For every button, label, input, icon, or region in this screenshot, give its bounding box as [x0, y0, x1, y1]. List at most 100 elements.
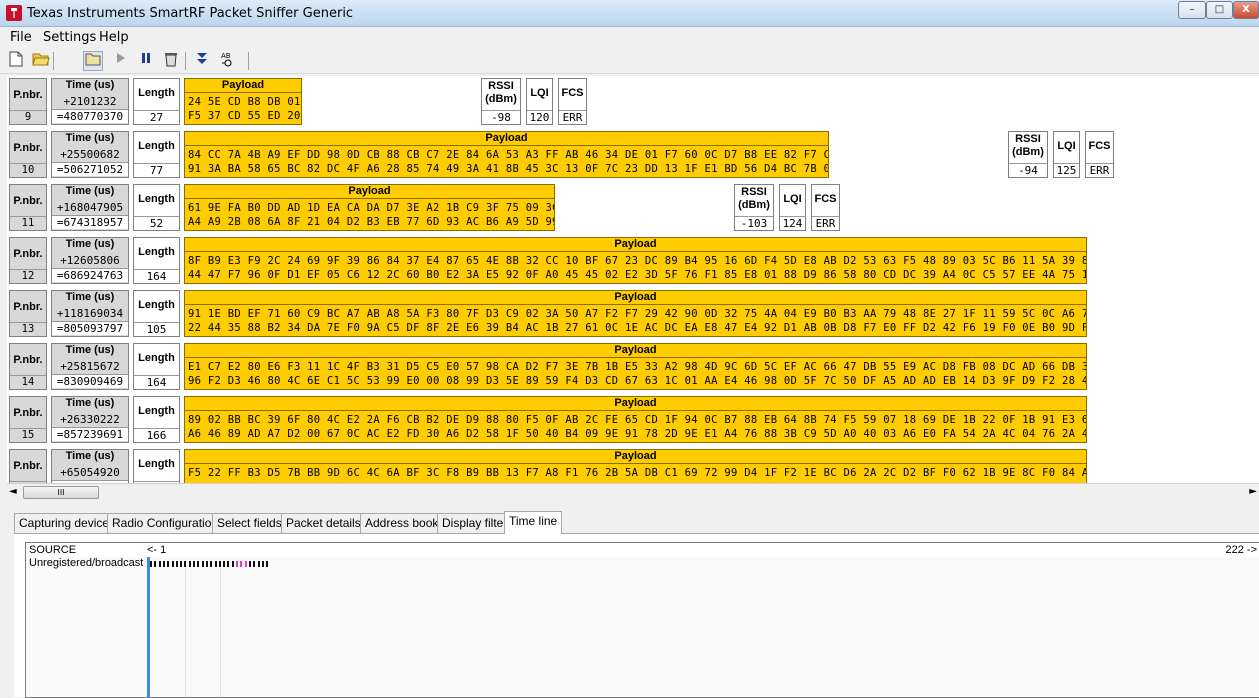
timeline-packet-mark[interactable]	[184, 561, 187, 567]
maximize-button[interactable]: □	[1206, 1, 1233, 19]
timeline-packet-mark[interactable]	[257, 561, 260, 567]
length-header: Length	[138, 458, 175, 470]
menu-file[interactable]: File	[10, 30, 32, 45]
open-folder-icon[interactable]	[83, 51, 103, 71]
timeline-packet-mark[interactable]	[231, 561, 234, 567]
tab-packet-details[interactable]: Packet details	[281, 513, 366, 533]
length-header: Length	[138, 405, 175, 417]
timeline-end[interactable]: 222 ->	[1226, 544, 1258, 556]
scroll-left-arrow-icon[interactable]: ◄	[9, 486, 17, 497]
timeline-packet-mark[interactable]	[244, 561, 247, 567]
lqi-header: LQI	[783, 193, 802, 205]
packet-number: 13	[10, 322, 46, 336]
timeline-packet-mark[interactable]	[180, 561, 183, 567]
length-cell: Length 52	[133, 184, 180, 231]
timeline-packet-mark[interactable]	[240, 561, 243, 567]
timeline-packet-mark[interactable]	[236, 561, 238, 567]
timeline-packet-mark[interactable]	[218, 561, 221, 567]
length-cell: Length	[133, 449, 180, 483]
packet-row[interactable]: P.nbr. 11 Time (us) +168047905 =674318957 Len…	[7, 182, 1259, 233]
payload-line-1: 61 9E FA B0 DD AD 1D EA CA DA D7 3E A2 1…	[188, 202, 554, 214]
lqi-header: LQI	[1057, 140, 1076, 152]
payload-line-1: 89 02 BB BC 39 6F 80 4C E2 2A F6 CB B2 D…	[188, 414, 1086, 426]
rssi-cell: RSSI (dBm) -98	[481, 78, 521, 125]
tab-display-filter[interactable]: Display filter	[437, 513, 513, 533]
timeline-packet-mark[interactable]	[150, 561, 152, 567]
timeline-packet-mark[interactable]	[227, 561, 230, 567]
autoscroll-icon[interactable]	[192, 51, 212, 71]
tab-time-line[interactable]: Time line	[504, 511, 563, 534]
timeline-packet-mark[interactable]	[197, 561, 200, 567]
timeline-cursor[interactable]	[147, 557, 150, 697]
timeline-packet-mark[interactable]	[210, 561, 213, 567]
time-cell: Time (us) +65054920	[51, 449, 129, 483]
timeline-packet-mark[interactable]	[167, 561, 170, 567]
time-relative: +25500682	[60, 148, 120, 161]
packet-number: 14	[10, 375, 46, 389]
time-cell: Time (us) +2101232 =480770370	[51, 78, 129, 125]
timeline-packet-mark[interactable]	[201, 561, 204, 567]
timeline-packet-mark[interactable]	[205, 561, 208, 567]
time-absolute: =686924763	[52, 268, 128, 282]
packet-row[interactable]: P.nbr. 9 Time (us) +2101232 =480770370 Length…	[7, 76, 1259, 127]
timeline-packet-mark[interactable]	[175, 561, 178, 567]
timeline-packet-mark[interactable]	[188, 561, 191, 567]
time-absolute: =830909469	[52, 374, 128, 388]
time-absolute: =480770370	[52, 109, 128, 123]
packet-number: 12	[10, 269, 46, 283]
length-header: Length	[138, 140, 175, 152]
length-cell: Length 164	[133, 237, 180, 284]
timeline-packet-mark[interactable]	[154, 561, 157, 567]
minimize-button[interactable]: –	[1178, 1, 1206, 19]
new-icon[interactable]	[6, 51, 26, 71]
packet-number-header: P.nbr.	[13, 354, 43, 366]
timeline-packet-mark[interactable]	[248, 561, 251, 567]
packet-number-header: P.nbr.	[13, 142, 43, 154]
timeline-start[interactable]: <- 1	[147, 544, 166, 556]
tab-radio-configuration[interactable]: Radio Configuration	[107, 513, 224, 533]
fcs-cell: FCS ERR	[1085, 131, 1114, 178]
play-icon[interactable]	[111, 51, 131, 71]
time-absolute: =805093797	[52, 321, 128, 335]
packet-row[interactable]: P.nbr. 13 Time (us) +118169034 =805093797 Len…	[7, 288, 1259, 339]
scroll-right-arrow-icon[interactable]: ►	[1249, 486, 1257, 497]
rssi-header: RSSI (dBm)	[1012, 133, 1044, 158]
timeline-packet-mark[interactable]	[162, 561, 165, 567]
packet-row[interactable]: P.nbr. 10 Time (us) +25500682 =506271052 Leng…	[7, 129, 1259, 180]
pause-icon[interactable]	[136, 51, 156, 71]
menu-help[interactable]: Help	[99, 30, 129, 45]
horizontal-scrollbar[interactable]: ◄ III ►	[7, 483, 1259, 500]
timeline-packet-mark[interactable]	[253, 561, 256, 567]
svg-text:AB: AB	[221, 52, 231, 60]
scrollbar-thumb[interactable]: III	[23, 486, 99, 499]
timeline-packet-mark[interactable]	[193, 561, 195, 567]
timeline-packet-mark[interactable]	[158, 561, 161, 567]
payload-line-1: 24 5E CD B8 DB 01 6F F6 A6 C7 8E 4A 63 3…	[188, 96, 301, 108]
length-header: Length	[138, 246, 175, 258]
packet-row[interactable]: P.nbr. 15 Time (us) +26330222 =857239691 Leng…	[7, 394, 1259, 445]
menu-settings[interactable]: Settings	[43, 30, 96, 45]
timeline-packet-mark[interactable]	[266, 561, 269, 567]
timeline-packet-mark[interactable]	[261, 561, 264, 567]
close-button[interactable]: X	[1233, 1, 1259, 19]
tab-capturing-device[interactable]: Capturing device	[14, 513, 115, 533]
payload-line-2: F5 37 CD 55 ED 20 FC 48 29 52 8F 9F 16	[188, 110, 301, 122]
packet-row[interactable]: P.nbr. 12 Time (us) +12605806 =686924763 Leng…	[7, 235, 1259, 286]
timeline-packet-mark[interactable]	[223, 561, 226, 567]
tab-address-book[interactable]: Address book	[360, 513, 444, 533]
timeline-view[interactable]: SOURCE <- 1 222 -> Unregistered/broadcas…	[25, 542, 1259, 698]
open-icon[interactable]	[31, 51, 51, 71]
packet-row[interactable]: P.nbr.16 Time (us) +65054920 Length Payload F…	[7, 447, 1259, 483]
length-cell: Length 77	[133, 131, 180, 178]
clear-icon[interactable]	[161, 51, 181, 71]
packet-list[interactable]: P.nbr. 9 Time (us) +2101232 =480770370 Length…	[7, 76, 1259, 483]
timeline-packet-mark[interactable]	[214, 561, 217, 567]
tab-select-fields[interactable]: Select fields	[212, 513, 287, 533]
rssi-header: RSSI (dBm)	[485, 80, 517, 105]
timeline-packet-mark[interactable]	[171, 561, 174, 567]
address-resolve-icon[interactable]: AB	[217, 51, 237, 71]
packet-number: 11	[10, 216, 46, 230]
packet-row[interactable]: P.nbr. 14 Time (us) +25815672 =830909469 Leng…	[7, 341, 1259, 392]
timeline-gridline	[220, 567, 221, 697]
payload-cell: Payload 91 1E BD EF 71 60 C9 BC A7 AB A8 …	[184, 290, 1087, 337]
